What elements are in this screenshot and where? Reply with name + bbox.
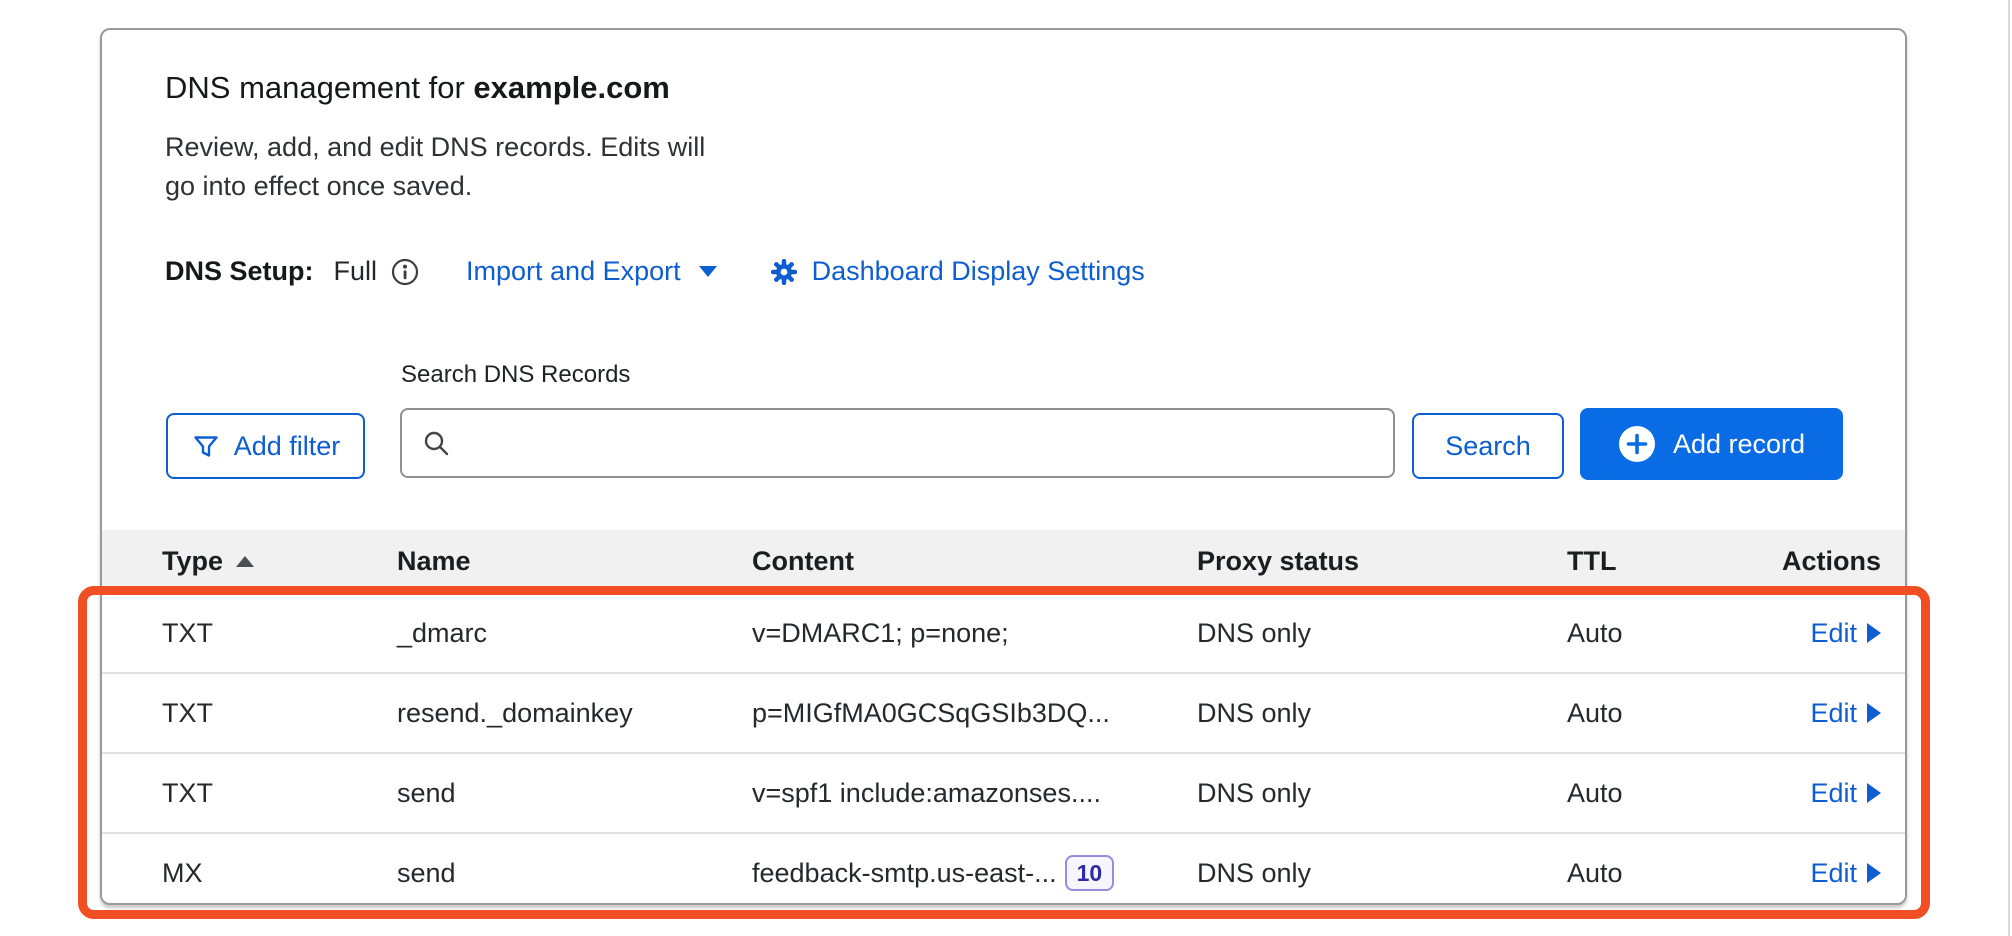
search-button[interactable]: Search xyxy=(1412,413,1564,479)
column-header-content[interactable]: Content xyxy=(752,546,1197,577)
add-record-button[interactable]: Add record xyxy=(1580,408,1843,480)
add-filter-button[interactable]: Add filter xyxy=(166,413,365,479)
cell-name: resend._domainkey xyxy=(397,698,752,729)
edit-record-link[interactable]: Edit xyxy=(1810,698,1881,729)
table-row: MX send feedback-smtp.us-east-...10 DNS … xyxy=(102,832,1905,905)
edit-label: Edit xyxy=(1810,618,1857,649)
edit-record-link[interactable]: Edit xyxy=(1810,618,1881,649)
chevron-right-icon xyxy=(1867,703,1881,723)
domain-name: example.com xyxy=(473,70,669,105)
plus-icon xyxy=(1618,425,1656,463)
mx-priority-badge: 10 xyxy=(1065,855,1115,892)
cell-proxy-status: DNS only xyxy=(1197,858,1567,889)
gear-icon xyxy=(769,257,799,287)
cell-content: v=spf1 include:amazonses.... xyxy=(752,778,1197,809)
column-header-name[interactable]: Name xyxy=(397,546,752,577)
search-input[interactable] xyxy=(465,427,1377,460)
page-description: Review, add, and edit DNS records. Edits… xyxy=(165,128,705,206)
cell-proxy-status: DNS only xyxy=(1197,778,1567,809)
cell-type: TXT xyxy=(162,698,397,729)
cell-name: send xyxy=(397,858,752,889)
cell-type: MX xyxy=(162,858,397,889)
cell-ttl: Auto xyxy=(1567,858,1747,889)
import-export-link[interactable]: Import and Export xyxy=(466,256,717,287)
dns-setup-label: DNS Setup: xyxy=(165,256,314,287)
column-header-type-label: Type xyxy=(162,546,223,577)
dns-management-card: DNS management for example.com Review, a… xyxy=(100,28,1907,905)
edit-label: Edit xyxy=(1810,778,1857,809)
column-header-actions: Actions xyxy=(1782,546,1881,577)
dns-setup-row: DNS Setup: Full Import and Export xyxy=(165,256,1145,287)
table-row: TXT resend._domainkey p=MIGfMA0GCSqGSIb3… xyxy=(102,672,1905,752)
table-row: TXT _dmarc v=DMARC1; p=none; DNS only Au… xyxy=(102,592,1905,672)
edit-label: Edit xyxy=(1810,698,1857,729)
edit-record-link[interactable]: Edit xyxy=(1810,858,1881,889)
page-title-prefix: DNS management for xyxy=(165,70,473,105)
add-record-label: Add record xyxy=(1673,429,1805,460)
import-export-label: Import and Export xyxy=(466,256,681,287)
add-filter-label: Add filter xyxy=(234,431,341,462)
dashboard-display-settings-link[interactable]: Dashboard Display Settings xyxy=(769,256,1145,287)
chevron-right-icon xyxy=(1867,623,1881,643)
search-button-label: Search xyxy=(1445,431,1531,462)
cell-ttl: Auto xyxy=(1567,698,1747,729)
chevron-right-icon xyxy=(1867,783,1881,803)
column-header-proxy-status[interactable]: Proxy status xyxy=(1197,546,1567,577)
column-header-type[interactable]: Type xyxy=(162,546,397,577)
cell-type: TXT xyxy=(162,618,397,649)
cell-type: TXT xyxy=(162,778,397,809)
page-description-line2: go into effect once saved. xyxy=(165,167,705,206)
info-icon[interactable] xyxy=(390,257,420,287)
cell-content: feedback-smtp.us-east-...10 xyxy=(752,855,1197,892)
cell-ttl: Auto xyxy=(1567,618,1747,649)
search-label: Search DNS Records xyxy=(401,361,630,389)
cell-proxy-status: DNS only xyxy=(1197,618,1567,649)
cell-content: p=MIGfMA0GCSqGSIb3DQ... xyxy=(752,698,1197,729)
edit-label: Edit xyxy=(1810,858,1857,889)
dns-setup-value: Full xyxy=(334,256,378,287)
page-description-line1: Review, add, and edit DNS records. Edits… xyxy=(165,128,705,167)
edit-record-link[interactable]: Edit xyxy=(1810,778,1881,809)
page-title: DNS management for example.com xyxy=(165,70,670,106)
chevron-down-icon xyxy=(699,266,717,277)
search-icon xyxy=(421,428,451,458)
column-header-ttl[interactable]: TTL xyxy=(1567,546,1747,577)
dns-records-table: Type Name Content Proxy status TTL Actio… xyxy=(102,530,1905,903)
window-edge-divider xyxy=(2008,0,2010,936)
chevron-right-icon xyxy=(1867,863,1881,883)
filter-icon xyxy=(191,431,221,461)
table-row: TXT send v=spf1 include:amazonses.... DN… xyxy=(102,752,1905,832)
cell-ttl: Auto xyxy=(1567,778,1747,809)
sort-asc-icon xyxy=(236,556,254,567)
cell-content: v=DMARC1; p=none; xyxy=(752,618,1197,649)
table-header-row: Type Name Content Proxy status TTL Actio… xyxy=(102,530,1905,592)
cell-name: send xyxy=(397,778,752,809)
cell-proxy-status: DNS only xyxy=(1197,698,1567,729)
dashboard-display-settings-label: Dashboard Display Settings xyxy=(812,256,1145,287)
search-box[interactable] xyxy=(400,408,1395,478)
cell-name: _dmarc xyxy=(397,618,752,649)
